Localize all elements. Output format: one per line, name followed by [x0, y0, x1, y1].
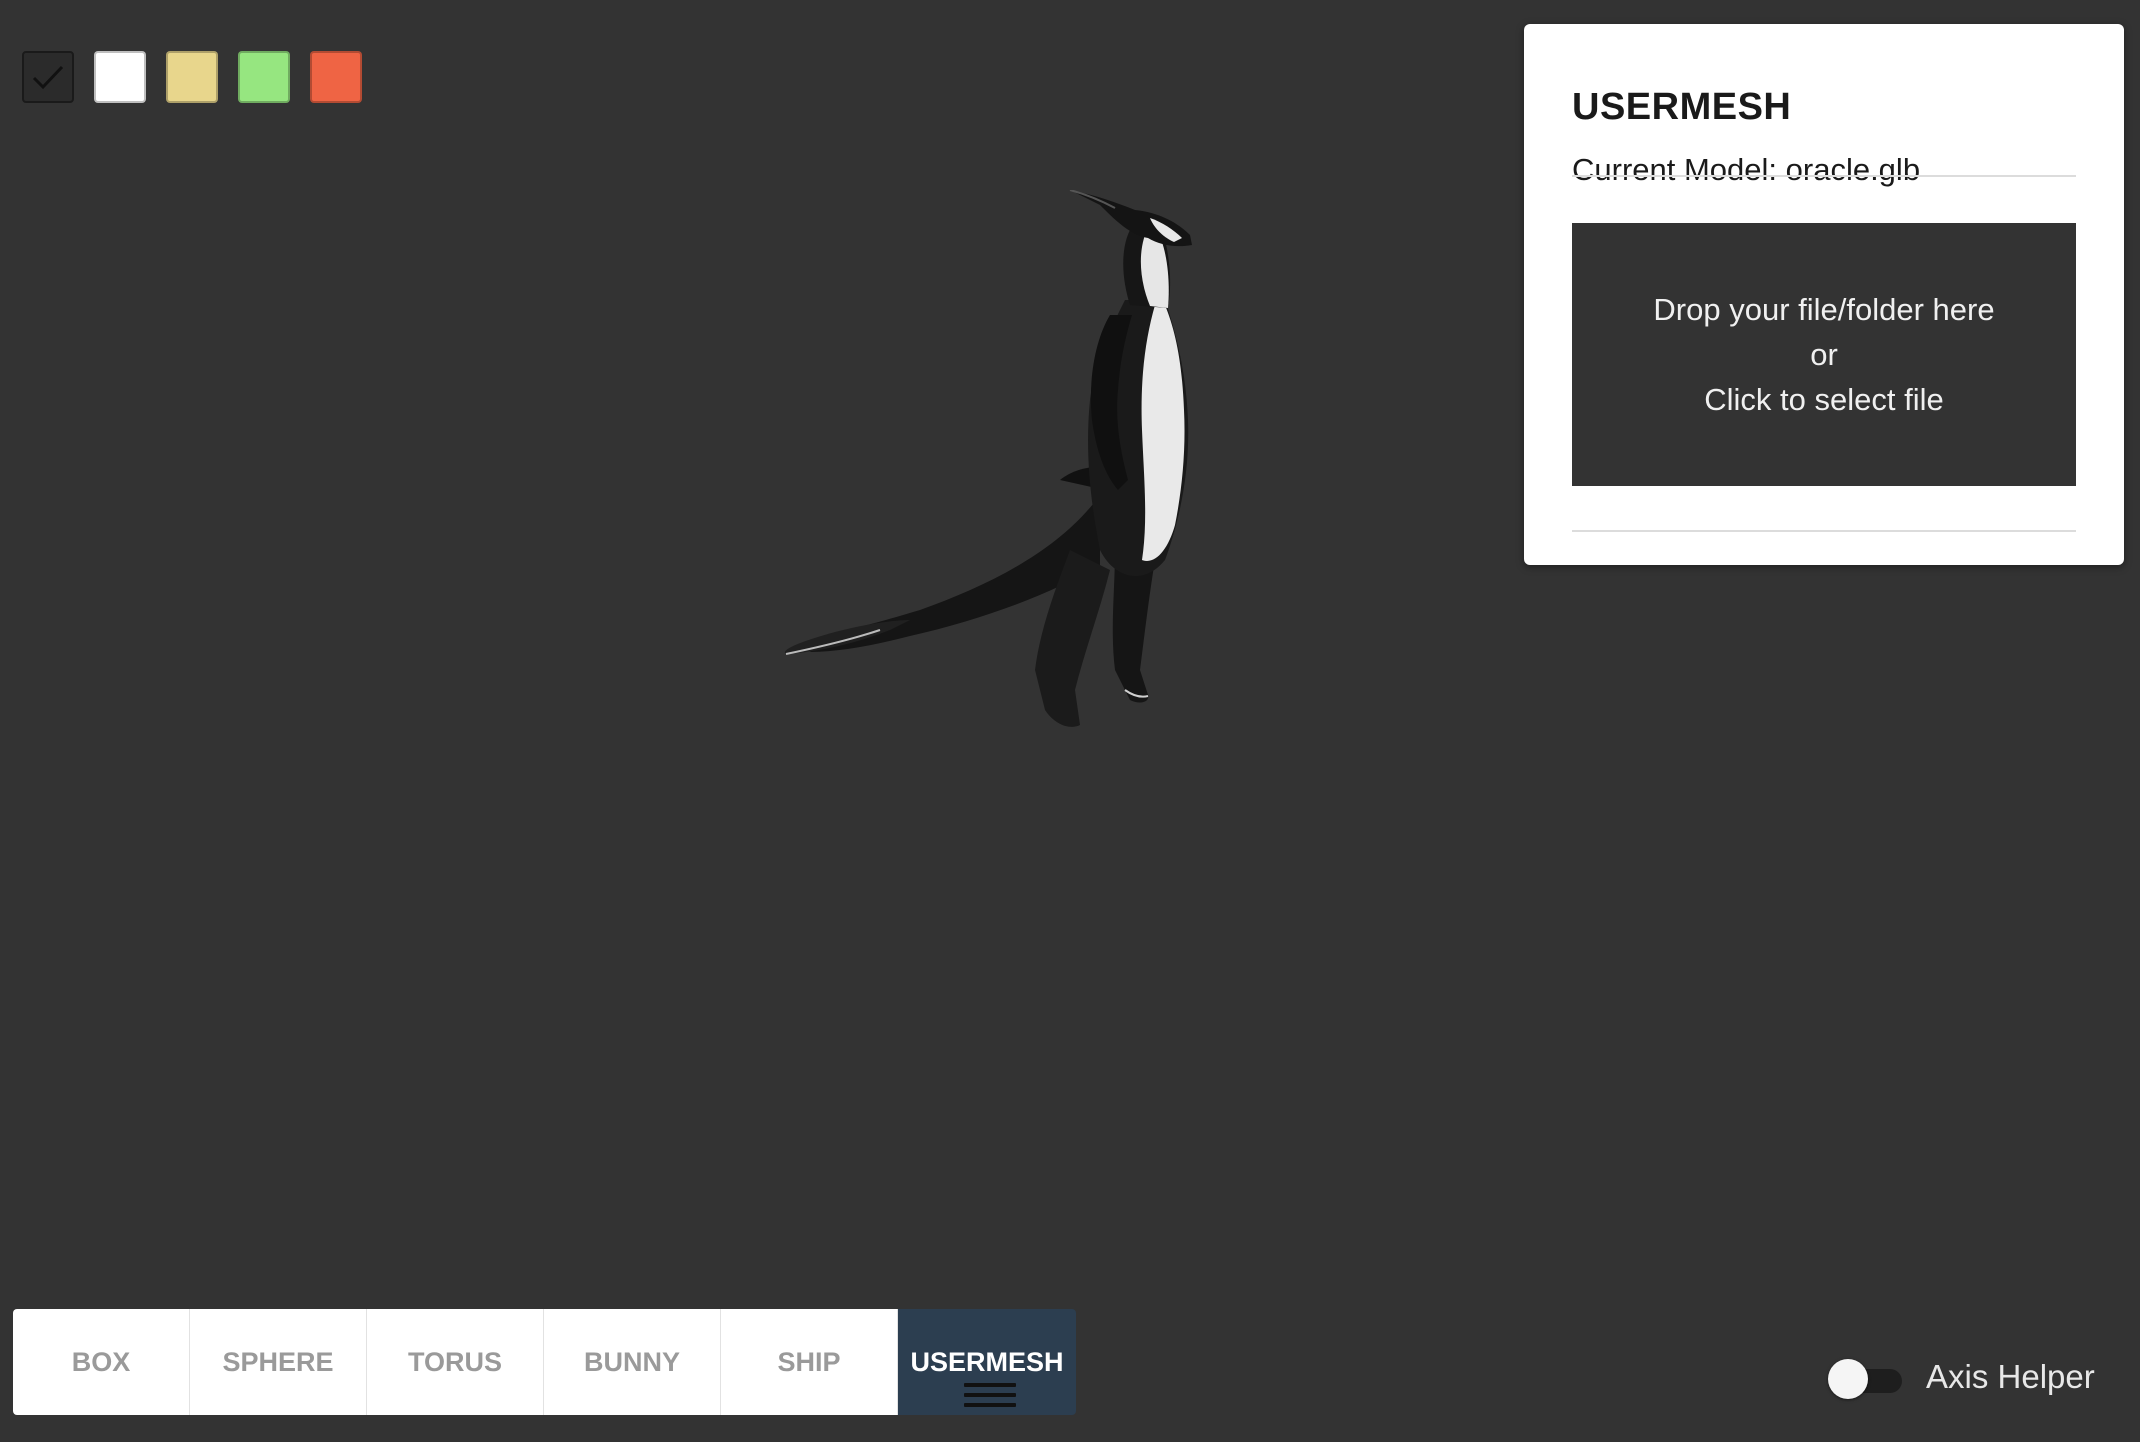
- checkmark-icon: [32, 65, 64, 90]
- swatch-white[interactable]: [94, 51, 146, 103]
- tab-bunny[interactable]: BUNNY: [544, 1309, 721, 1415]
- color-swatches: [22, 51, 362, 103]
- tab-label: USERMESH: [910, 1346, 1064, 1377]
- divider: [1572, 530, 2076, 532]
- usermesh-panel: USERMESH Current Model: oracle.glb Drop …: [1524, 24, 2124, 565]
- file-dropzone[interactable]: Drop your file/folder here or Click to s…: [1572, 223, 2076, 486]
- tab-label: BOX: [71, 1346, 131, 1377]
- swatch-checked[interactable]: [22, 51, 74, 103]
- tab-label: BUNNY: [583, 1346, 680, 1377]
- dropzone-line-2: or: [1810, 337, 1838, 372]
- hamburger-menu-icon[interactable]: [964, 1383, 1016, 1407]
- current-model-label: Current Model: oracle.glb: [1572, 152, 1921, 187]
- swatch-orange[interactable]: [310, 51, 362, 103]
- orca-creature-model[interactable]: [770, 190, 1230, 750]
- tab-usermesh[interactable]: USERMESH: [898, 1309, 1076, 1415]
- toggle-knob: [1828, 1359, 1868, 1399]
- tab-box[interactable]: BOX: [13, 1309, 190, 1415]
- swatch-green[interactable]: [238, 51, 290, 103]
- tab-label: TORUS: [407, 1346, 502, 1377]
- model-tabs: BOX SPHERE TORUS BUNNY SHIP USERMESH: [13, 1309, 1076, 1415]
- dropzone-line-3: Click to select file: [1704, 382, 1944, 417]
- axis-helper-label: Axis Helper: [1926, 1358, 2095, 1395]
- tab-torus[interactable]: TORUS: [367, 1309, 544, 1415]
- axis-helper-toggle[interactable]: [1828, 1359, 1904, 1399]
- tab-label: SHIP: [777, 1346, 841, 1377]
- swatch-yellow[interactable]: [166, 51, 218, 103]
- tab-sphere[interactable]: SPHERE: [190, 1309, 367, 1415]
- tab-label: SPHERE: [222, 1346, 334, 1377]
- dropzone-line-1: Drop your file/folder here: [1653, 292, 1995, 327]
- divider: [1572, 175, 2076, 177]
- 3d-viewport[interactable]: USERMESH Current Model: oracle.glb Drop …: [0, 0, 2140, 1442]
- panel-title: USERMESH: [1572, 86, 1792, 128]
- tab-ship[interactable]: SHIP: [721, 1309, 898, 1415]
